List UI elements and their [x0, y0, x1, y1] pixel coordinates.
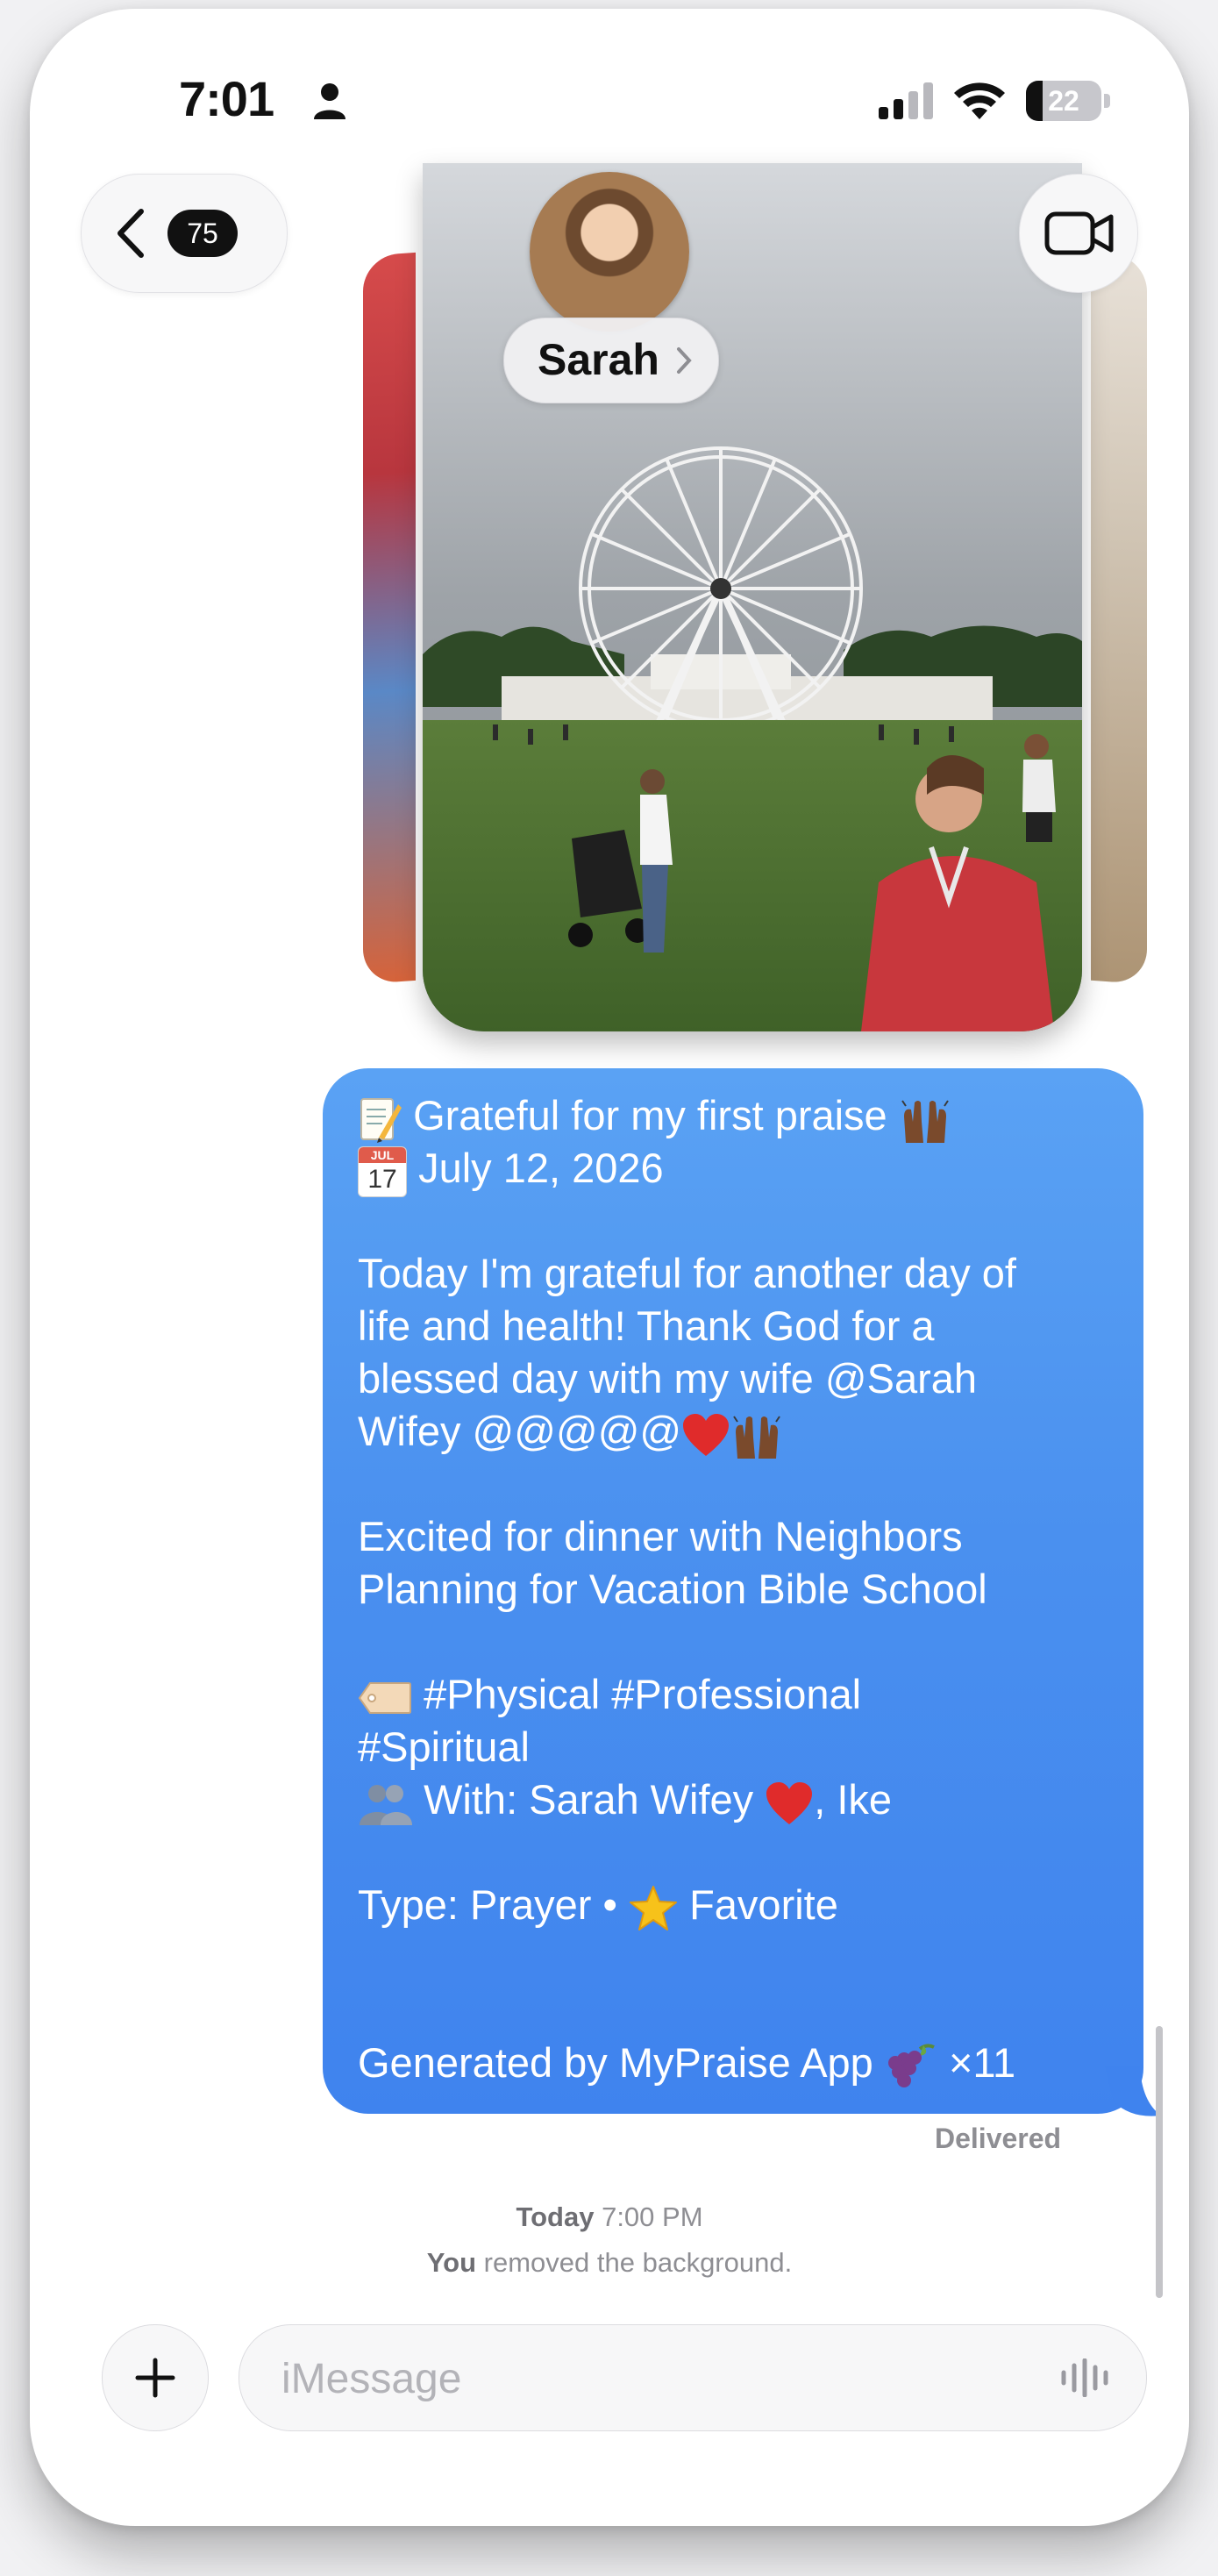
- back-button[interactable]: 75: [81, 174, 288, 293]
- waveform-icon[interactable]: [1060, 2358, 1113, 2397]
- message-line-2: July 12, 2026: [418, 1145, 664, 1191]
- message-line-3: Today I'm grateful for another day of: [358, 1250, 1016, 1296]
- contact-poster-photo: [423, 163, 1082, 1031]
- battery-indicator: 22: [1026, 81, 1110, 121]
- raised-hands-icon: [733, 1416, 780, 1459]
- tag-icon: [358, 1681, 411, 1714]
- chevron-right-icon: [677, 347, 692, 374]
- message-line-4: life and health! Thank God for a: [358, 1302, 935, 1349]
- message-line: Type: Prayer • Favorite: [358, 1879, 838, 1932]
- system-note: You removed the background.: [30, 2247, 1189, 2279]
- calendar-icon: JUL 17: [358, 1145, 407, 1197]
- system-note-actor: You: [426, 2247, 477, 2278]
- timestamp-time: 7:00 PM: [602, 2201, 703, 2232]
- message-line-12b: Favorite: [689, 1881, 838, 1928]
- message-line: With: Sarah Wifey , Ike: [358, 1773, 892, 1826]
- timestamp-day: Today: [516, 2201, 595, 2232]
- star-icon: [630, 1885, 678, 1930]
- plus-icon: [135, 2358, 175, 2398]
- contact-avatar[interactable]: [530, 172, 689, 332]
- add-attachment-button[interactable]: [102, 2324, 209, 2431]
- person-icon: [314, 83, 345, 119]
- status-time: 7:01: [179, 71, 274, 126]
- video-camera-icon: [1044, 211, 1114, 255]
- message-line-9: #Physical #Professional: [424, 1671, 862, 1717]
- next-photo-card: [1091, 252, 1147, 985]
- video-call-button[interactable]: [1019, 174, 1138, 293]
- raised-hands-icon: [901, 1100, 949, 1143]
- unread-count-badge: 75: [167, 210, 238, 257]
- message-line-7: Excited for dinner with Neighbors: [358, 1513, 963, 1559]
- battery-level: 22: [1048, 85, 1079, 117]
- message-line-8: Planning for Vacation Bible School: [358, 1566, 987, 1612]
- system-note-text: removed the background.: [483, 2247, 793, 2278]
- red-heart-icon: [766, 1781, 813, 1824]
- grapes-icon: [887, 2043, 935, 2087]
- message-line: JUL 17 July 12, 2026: [358, 1142, 664, 1197]
- message-line-13b: ×11: [948, 2039, 1016, 2086]
- sent-message-bubble[interactable]: Grateful for my first praise JUL 17 July…: [323, 1068, 1143, 2114]
- message-line-6: Wifey @@@@@: [358, 1408, 682, 1454]
- conversation-timestamp: Today 7:00 PM: [30, 2201, 1189, 2233]
- message-line-12a: Type: Prayer •: [358, 1881, 630, 1928]
- calendar-day: 17: [367, 1164, 397, 1194]
- cellular-signal-icon: [879, 82, 933, 119]
- message-line-5: blessed day with my wife @Sarah: [358, 1355, 978, 1402]
- wifi-icon: [954, 82, 1005, 119]
- message-line-11b: , Ike: [814, 1776, 893, 1823]
- message-line: #Physical #Professional: [358, 1668, 861, 1721]
- contact-name: Sarah: [538, 335, 659, 384]
- memo-icon: [360, 1097, 402, 1143]
- people-icon: [360, 1784, 412, 1825]
- message-line-1: Grateful for my first praise: [413, 1092, 887, 1138]
- phone-screen: 7:01 22 Sarah 75 Grateful for my first p…: [30, 9, 1189, 2526]
- previous-photo-card: [363, 252, 416, 985]
- chevron-left-icon: [118, 209, 144, 258]
- message-line-13a: Generated by MyPraise App: [358, 2039, 873, 2086]
- red-heart-icon: [683, 1413, 730, 1456]
- message-line: Grateful for my first praise: [358, 1089, 951, 1143]
- message-line: Generated by MyPraise App ×11: [358, 2037, 1015, 2091]
- message-input[interactable]: iMessage: [239, 2324, 1147, 2431]
- delivery-status: Delivered: [935, 2123, 1062, 2154]
- message-line-10: #Spiritual: [358, 1723, 530, 1770]
- message-line-11a: With: Sarah Wifey: [424, 1776, 754, 1823]
- calendar-month: JUL: [359, 1146, 406, 1163]
- bubble-tail: [1105, 2066, 1161, 2116]
- message-input-placeholder: iMessage: [281, 2356, 462, 2402]
- scrollbar[interactable]: [1156, 2026, 1163, 2298]
- message-line: Wifey @@@@@: [358, 1405, 783, 1459]
- contact-name-button[interactable]: Sarah: [503, 318, 719, 403]
